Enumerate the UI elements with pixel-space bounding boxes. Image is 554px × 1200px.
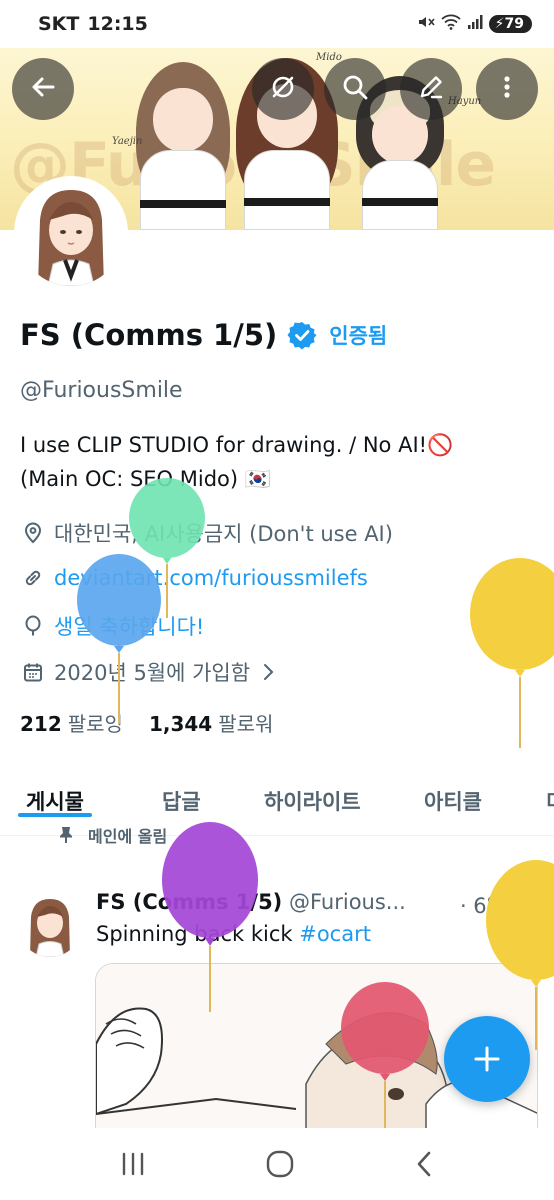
verified-label[interactable]: 인증됨 — [329, 320, 387, 350]
website-link[interactable]: deviantart.com/furioussmilefs — [54, 566, 368, 590]
profile-name-row: FS (Comms 1/5) 인증됨 — [20, 318, 387, 352]
followers-count: 1,344 — [148, 712, 213, 736]
birthday-text[interactable]: 생일 축하합니다! — [54, 611, 204, 641]
tab-articles[interactable]: 아티클 — [424, 766, 482, 816]
tab-highlights[interactable]: 하이라이트 — [264, 766, 361, 816]
following-label: 팔로잉 — [67, 712, 123, 736]
birthday-balloon-green — [126, 478, 208, 622]
website-row: deviantart.com/furioussmilefs — [20, 565, 368, 591]
wifi-icon — [441, 14, 461, 34]
profile-avatar[interactable] — [14, 176, 128, 290]
post-author-handle[interactable]: @Furious... — [289, 890, 406, 914]
following-count: 212 — [20, 712, 62, 736]
character-name-yaejin: Yaejin — [112, 136, 143, 147]
grok-button[interactable] — [252, 58, 314, 120]
verified-badge-icon[interactable] — [287, 320, 317, 350]
more-vertical-icon — [492, 72, 522, 106]
location-text: 대한민국, AI사용금지 (Don't use AI) — [54, 522, 393, 546]
link-icon — [20, 565, 46, 591]
joined-row[interactable]: 2020년 5월에 가입함 — [20, 657, 276, 687]
tab-replies[interactable]: 답글 — [162, 766, 201, 816]
calendar-icon — [20, 659, 46, 685]
compose-post-button[interactable] — [444, 1016, 530, 1102]
bio-line: I use CLIP STUDIO for drawing. / No AI!🚫 — [20, 433, 454, 457]
plus-icon — [472, 1044, 502, 1074]
battery-level: 79 — [504, 16, 524, 32]
back-nav-button[interactable] — [413, 1149, 435, 1179]
birthday-row: 생일 축하합니다! — [20, 611, 204, 641]
home-button[interactable] — [265, 1149, 295, 1179]
pinned-label: 메인에 올림 — [88, 827, 168, 846]
tab-posts[interactable]: 게시물 — [18, 766, 92, 817]
grok-icon — [268, 72, 298, 106]
pinned-indicator: 메인에 올림 — [58, 823, 167, 847]
back-button[interactable] — [12, 58, 74, 120]
follow-stats: 212 팔로잉 1,344 팔로워 — [20, 708, 299, 737]
recent-apps-button[interactable] — [119, 1151, 147, 1177]
profile-bio: I use CLIP STUDIO for drawing. / No AI!🚫… — [20, 428, 540, 496]
character-name-mido: Mido — [316, 52, 342, 63]
birthday-balloon-yellow-top — [470, 558, 554, 752]
chevron-right-icon — [262, 662, 276, 682]
display-name: FS (Comms 1/5) — [20, 318, 278, 352]
status-icons: ⚡79 — [417, 13, 532, 35]
battery-indicator: ⚡79 — [488, 15, 532, 33]
post-header: FS (Comms 1/5) @Furious... · 6일 — [96, 890, 536, 914]
post-text: Spinning back kick #ocart — [96, 922, 371, 946]
post-author-name[interactable]: FS (Comms 1/5) — [96, 890, 282, 914]
search-icon — [340, 72, 370, 106]
profile-handle: @FuriousSmile — [20, 378, 183, 403]
location-row: 대한민국, AI사용금지 (Don't use AI) — [20, 518, 393, 548]
location-pin-icon — [20, 520, 46, 546]
mute-icon — [417, 13, 435, 35]
pin-icon — [58, 826, 74, 844]
joined-text: 2020년 5월에 가입함 — [54, 661, 251, 685]
balloon-icon — [20, 613, 46, 639]
android-nav-bar — [0, 1128, 554, 1200]
edit-button[interactable] — [400, 58, 462, 120]
carrier-label: SKT — [38, 13, 80, 35]
signal-icon — [467, 14, 483, 34]
banner-character-yaejin — [128, 50, 238, 230]
back-arrow-icon — [28, 72, 58, 106]
clock: 12:15 — [87, 13, 148, 35]
edit-icon — [416, 72, 446, 106]
tab-media[interactable]: 미 — [546, 766, 554, 816]
bio-line: (Main OC: SEO Mido) 🇰🇷 — [20, 467, 271, 491]
post-body: Spinning back kick — [96, 922, 300, 946]
post-time: · 6일 — [459, 894, 506, 914]
followers-label: 팔로워 — [218, 712, 274, 736]
followers-stat[interactable]: 1,344 팔로워 — [149, 708, 273, 737]
post-author-avatar[interactable] — [18, 893, 82, 957]
following-stat[interactable]: 212 팔로잉 — [20, 708, 123, 737]
status-bar: SKT 12:15 ⚡79 — [0, 0, 554, 48]
more-button[interactable] — [476, 58, 538, 120]
search-button[interactable] — [324, 58, 386, 120]
post-hashtag[interactable]: #ocart — [299, 922, 371, 946]
